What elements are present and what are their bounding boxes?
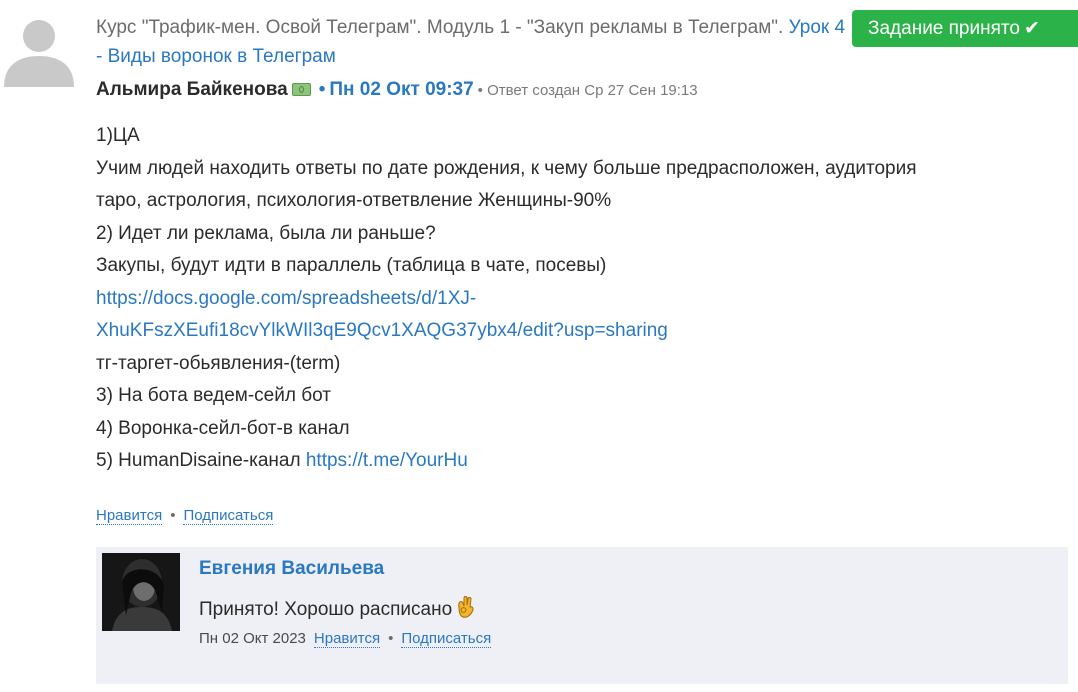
action-separator: • xyxy=(388,630,394,647)
status-badge: Задание принято ✔ xyxy=(852,10,1078,47)
action-separator: • xyxy=(170,507,176,524)
reply-date: Пн 02 Окт 2023 xyxy=(199,630,306,647)
course-title: Курс "Трафик-мен. Освой Телеграм". Модул… xyxy=(96,17,784,38)
status-badge-label: Задание принято xyxy=(868,18,1020,39)
reply-meta: Пн 02 Окт 2023 Нравится • Подписаться xyxy=(199,630,492,648)
reply-text: Принято! Хорошо расписано xyxy=(199,595,476,625)
user-silhouette-icon xyxy=(0,12,78,87)
answer-created: • Ответ создан Ср 27 Сен 19:13 xyxy=(477,82,698,99)
post-line: тг-таргет-обьявления-(term) xyxy=(96,352,341,374)
reviewer-photo-icon xyxy=(102,553,180,631)
post-line: 2) Идет ли реклама, была ли раньше? xyxy=(96,222,436,244)
reviewer-avatar[interactable] xyxy=(102,553,180,631)
post-line: таро, астрология, психология-ответвление… xyxy=(96,190,612,211)
reply-message: Принято! Хорошо расписано xyxy=(199,599,453,620)
post-header: Курс "Трафик-мен. Освой Телеграм". Модул… xyxy=(96,13,856,71)
post-line: 4) Воронка-сейл-бот-в канал xyxy=(96,417,350,439)
check-icon: ✔ xyxy=(1023,18,1040,39)
like-link[interactable]: Нравится xyxy=(96,507,163,525)
reply-subscribe-link[interactable]: Подписаться xyxy=(401,630,492,648)
post-line: 3) На бота ведем-сейл бот xyxy=(96,385,331,406)
author-avatar[interactable] xyxy=(0,12,78,87)
post-line: 1)ЦА xyxy=(96,125,140,146)
reviewer-name[interactable]: Евгения Васильева xyxy=(199,558,384,580)
spreadsheet-link-cont[interactable]: XhuKFszXEufi18cvYlkWIl3qE9Qcv1XAQG37ybx4… xyxy=(96,320,668,341)
author-name[interactable]: Альмира Байкенова xyxy=(96,79,288,100)
reply-like-link[interactable]: Нравится xyxy=(313,630,381,648)
subscribe-link[interactable]: Подписаться xyxy=(183,507,274,525)
post-body: 1)ЦА Учим людей находить ответы по дате … xyxy=(96,120,1078,478)
post-actions: Нравится • Подписаться xyxy=(96,505,274,527)
telegram-link[interactable]: https://t.me/YourHu xyxy=(306,450,468,471)
reply-comment: Евгения Васильева Принято! Хорошо распис… xyxy=(96,547,1068,684)
post-date-link[interactable]: Пн 02 Окт 09:37 xyxy=(329,79,473,100)
post-meta: Альмира Байкенова • Пн 02 Окт 09:37 • Ответ… xyxy=(96,76,698,105)
post-line: 5) HumanDisaine-канал xyxy=(96,450,306,471)
ok-hand-icon xyxy=(454,595,476,625)
spreadsheet-link[interactable]: https://docs.google.com/spreadsheets/d/1… xyxy=(96,288,476,309)
meta-separator: • xyxy=(318,79,326,100)
post-line: Учим людей находить ответы по дате рожде… xyxy=(96,157,917,179)
money-icon xyxy=(291,83,311,96)
post-line: Закупы, будут идти в параллель (таблица … xyxy=(96,255,607,276)
